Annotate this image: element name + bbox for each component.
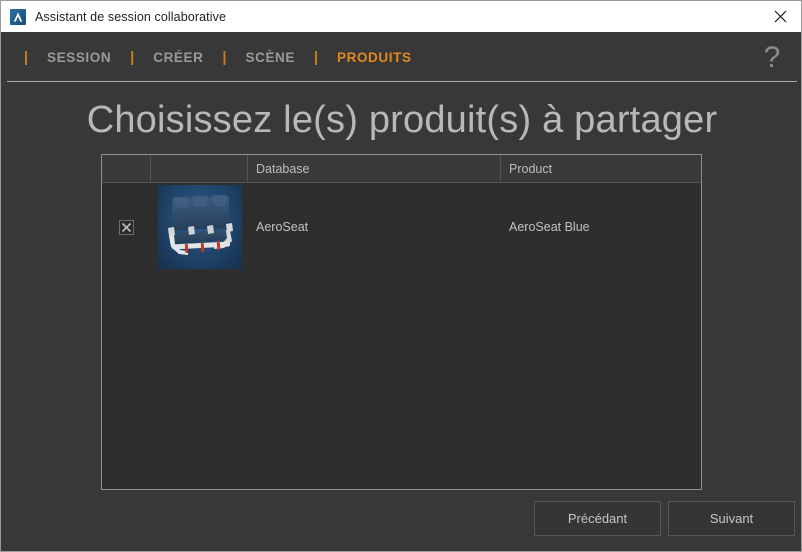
page-title: Choisissez le(s) produit(s) à partager [86, 99, 718, 141]
row-checkbox[interactable] [119, 219, 134, 235]
wizard-footer: Précédant Suivant [1, 493, 801, 551]
product-thumbnail-icon[interactable] [157, 185, 242, 269]
previous-button[interactable]: Précédant [534, 501, 661, 536]
table-body: AeroSeat AeroSeat Blue [102, 183, 701, 271]
table-header-row: Database Product [102, 155, 701, 183]
nav-separator-2: | [222, 48, 227, 66]
tab-scene[interactable]: SCÈNE [235, 50, 305, 65]
products-table: Database Product AeroSeat AeroSeat Blue [101, 154, 702, 490]
column-header-select[interactable] [102, 155, 151, 182]
nav-separator-0: | [23, 48, 29, 66]
next-button[interactable]: Suivant [668, 501, 795, 536]
autodesk-a-icon [10, 8, 26, 25]
row-database-cell: AeroSeat [256, 220, 309, 234]
row-select-cell [102, 183, 151, 271]
nav-separator-1: | [130, 48, 135, 66]
column-header-database[interactable]: Database [248, 155, 501, 182]
wizard-nav-bar: | SESSION | CRÉER | SCÈNE | PRODUITS ? [1, 32, 801, 82]
tab-session[interactable]: SESSION [37, 50, 121, 65]
window-title: Assistant de session collaborative [35, 9, 226, 24]
tab-creer[interactable]: CRÉER [143, 50, 213, 65]
column-header-thumbnail[interactable] [151, 155, 248, 182]
title-bar: Assistant de session collaborative [1, 1, 801, 32]
column-header-product[interactable]: Product [501, 155, 701, 182]
row-thumbnail-cell [151, 183, 248, 271]
help-icon[interactable]: ? [755, 40, 789, 76]
wizard-nav-tabs: | SESSION | CRÉER | SCÈNE | PRODUITS [15, 49, 422, 66]
row-product-cell: AeroSeat Blue [509, 220, 590, 234]
nav-separator-3: | [313, 48, 319, 66]
nav-divider [7, 81, 797, 82]
table-row[interactable]: AeroSeat AeroSeat Blue [102, 183, 701, 271]
tab-produits[interactable]: PRODUITS [327, 50, 422, 65]
close-icon[interactable] [757, 1, 801, 32]
collaborative-session-wizard-window: Assistant de session collaborative | SES… [0, 0, 802, 552]
